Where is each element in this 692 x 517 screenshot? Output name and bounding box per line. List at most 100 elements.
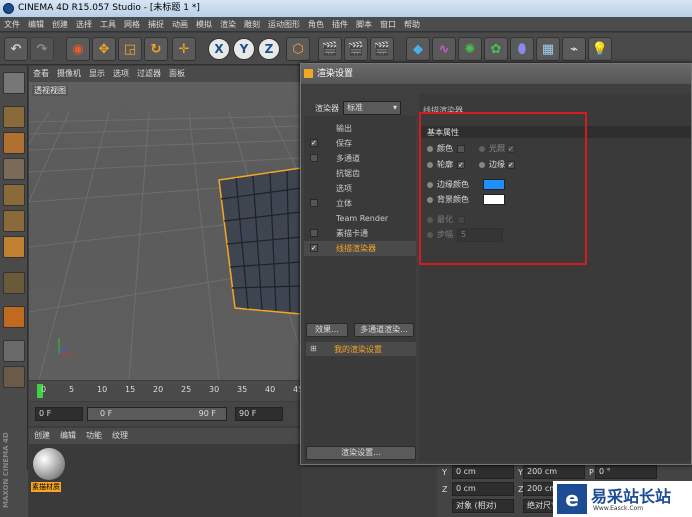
viewport-menu-item-1[interactable]: 摄像机 (53, 66, 85, 82)
spline-pen-icon[interactable]: ∿ (432, 37, 456, 61)
steps-animate-dot[interactable] (427, 232, 433, 238)
viewport-menu-item-4[interactable]: 过滤器 (133, 66, 165, 82)
settings-nav-checkbox[interactable]: ✓ (310, 244, 318, 252)
effects-button[interactable]: 效果... (306, 323, 348, 337)
axis-y-button[interactable]: Y (233, 38, 255, 60)
menu-item-8[interactable]: 模拟 (192, 17, 216, 32)
viewport-menu-item-0[interactable]: 查看 (29, 66, 53, 82)
axis-mode-icon[interactable] (3, 272, 25, 294)
menu-item-9[interactable]: 渲染 (216, 17, 240, 32)
add-object-icon[interactable]: ✛ (172, 37, 196, 61)
model-mode-icon[interactable] (3, 106, 25, 128)
shading-animate-dot[interactable] (479, 146, 485, 152)
edges-animate-dot[interactable] (479, 162, 485, 168)
camera-icon[interactable]: ⌁ (562, 37, 586, 61)
smooth-animate-dot[interactable] (427, 217, 433, 223)
menu-item-12[interactable]: 角色 (304, 17, 328, 32)
dialog-title-bar[interactable]: 渲染设置 (301, 64, 691, 84)
color-animate-dot[interactable] (427, 146, 433, 152)
menu-item-15[interactable]: 窗口 (376, 17, 400, 32)
edge-color-animate-dot[interactable] (427, 182, 433, 188)
menu-item-7[interactable]: 动画 (168, 17, 192, 32)
menu-item-3[interactable]: 选择 (72, 17, 96, 32)
viewport-menu-item-5[interactable]: 面板 (165, 66, 189, 82)
shading-checkbox[interactable]: ✓ (507, 145, 515, 153)
settings-nav-item[interactable]: 抗锯齿 (304, 166, 416, 181)
settings-nav-item[interactable]: 选项 (304, 181, 416, 196)
edges-mode-icon[interactable] (3, 210, 25, 232)
redo-button[interactable]: ↷ (30, 37, 54, 61)
menu-item-1[interactable]: 编辑 (24, 17, 48, 32)
frame-range-slider[interactable]: 0 F 90 F (87, 407, 227, 421)
menu-item-5[interactable]: 网格 (120, 17, 144, 32)
settings-nav-checkbox[interactable] (310, 154, 318, 162)
outline-checkbox[interactable]: ✓ (457, 161, 465, 169)
settings-nav-checkbox[interactable] (310, 199, 318, 207)
end-frame-field[interactable]: 90 F (235, 407, 283, 421)
render-settings-button[interactable]: 渲染设置... (306, 446, 416, 460)
menu-item-14[interactable]: 脚本 (352, 17, 376, 32)
menu-item-6[interactable]: 捕捉 (144, 17, 168, 32)
settings-nav-item[interactable]: 立体 (304, 196, 416, 211)
settings-nav-item[interactable]: 输出 (304, 121, 416, 136)
deformer-icon[interactable]: ⬮ (510, 37, 534, 61)
menu-item-11[interactable]: 运动图形 (264, 17, 304, 32)
texture-mode-icon[interactable] (3, 132, 25, 154)
start-frame-field[interactable]: 0 F (35, 407, 83, 421)
coordinate-system-icon[interactable]: ⬡ (286, 37, 310, 61)
material-menu-item-1[interactable]: 编辑 (55, 428, 81, 444)
rotate-tool-icon[interactable]: ↻ (144, 37, 168, 61)
scale-tool-icon[interactable]: ◲ (118, 37, 142, 61)
settings-nav-checkbox[interactable] (310, 229, 318, 237)
viewport-menu-item-3[interactable]: 选项 (109, 66, 133, 82)
settings-nav-item[interactable]: 多通道 (304, 151, 416, 166)
pos-y-field[interactable]: 0 cm (452, 465, 514, 479)
array-icon[interactable]: ✿ (484, 37, 508, 61)
renderer-dropdown[interactable]: 标准 ▾ (343, 101, 401, 115)
material-menu-item-3[interactable]: 纹理 (107, 428, 133, 444)
planar-workplane-icon[interactable] (3, 366, 25, 388)
workplane-icon[interactable] (3, 158, 25, 180)
menu-item-13[interactable]: 插件 (328, 17, 352, 32)
coord-mode-dropdown[interactable]: 对象 (相对) (452, 499, 514, 513)
snap-icon[interactable] (3, 306, 25, 328)
edge-color-swatch[interactable] (483, 179, 505, 190)
material-menu-item-0[interactable]: 创建 (29, 428, 55, 444)
points-mode-icon[interactable] (3, 184, 25, 206)
multipass-render-button[interactable]: 多通道渲染... (354, 323, 414, 337)
light-icon[interactable]: 💡 (588, 37, 612, 61)
material-ball-icon[interactable] (33, 448, 65, 480)
axis-x-button[interactable]: X (208, 38, 230, 60)
live-selection-icon[interactable]: ◉ (66, 37, 90, 61)
settings-nav-item[interactable]: Team Render (304, 211, 416, 226)
smooth-checkbox[interactable] (457, 216, 465, 224)
rot-p-field[interactable]: 0 ° (595, 465, 657, 479)
bg-color-animate-dot[interactable] (427, 197, 433, 203)
floor-icon[interactable]: ▦ (536, 37, 560, 61)
menu-item-10[interactable]: 雕刻 (240, 17, 264, 32)
preset-row[interactable]: ⊞ 我的渲染设置 (306, 342, 416, 356)
menu-item-16[interactable]: 帮助 (400, 17, 424, 32)
menu-item-4[interactable]: 工具 (96, 17, 120, 32)
menu-item-0[interactable]: 文件 (0, 17, 24, 32)
outline-animate-dot[interactable] (427, 162, 433, 168)
steps-field[interactable]: 5 (457, 228, 503, 242)
make-editable-icon[interactable] (3, 72, 25, 94)
render-picture-viewer-icon[interactable]: 🎬 (344, 37, 368, 61)
cube-object[interactable] (218, 167, 301, 315)
viewport-menu-item-2[interactable]: 显示 (85, 66, 109, 82)
move-tool-icon[interactable]: ✥ (92, 37, 116, 61)
material-menu-item-2[interactable]: 功能 (81, 428, 107, 444)
cube-primitive-icon[interactable]: ◆ (406, 37, 430, 61)
settings-nav-checkbox[interactable]: ✓ (310, 139, 318, 147)
bg-color-swatch[interactable] (483, 194, 505, 205)
material-name[interactable]: 素描材质 (31, 482, 61, 492)
undo-button[interactable]: ↶ (4, 37, 28, 61)
lock-workplane-icon[interactable] (3, 340, 25, 362)
timeline[interactable]: 0 5 10 15 20 25 30 35 40 45 (29, 381, 303, 401)
settings-nav-item[interactable]: ✓ 保存 (304, 136, 416, 151)
color-checkbox[interactable] (457, 145, 465, 153)
settings-nav-item[interactable]: ✓ 线描渲染器 (304, 241, 416, 256)
perspective-viewport[interactable]: 透视视图 (29, 82, 301, 380)
pos-z-field[interactable]: 0 cm (452, 482, 514, 496)
